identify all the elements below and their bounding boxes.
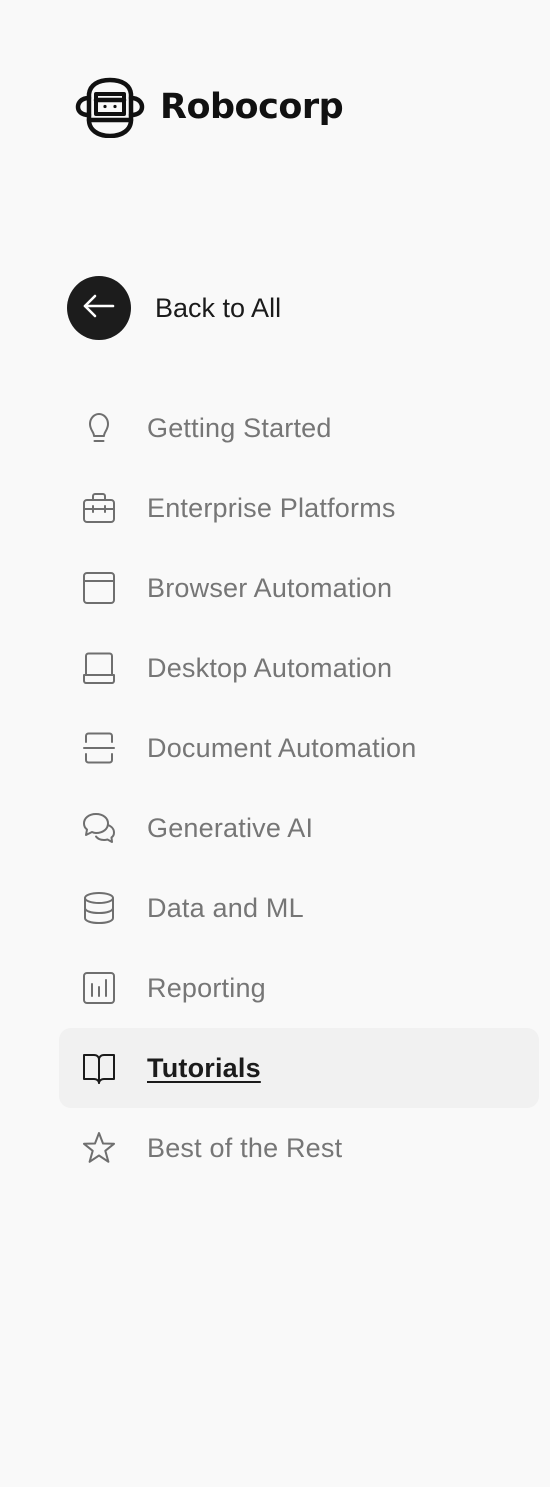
briefcase-icon (81, 490, 117, 526)
brand-logo[interactable]: Robocorp (74, 76, 344, 138)
sidebar-item-getting-started[interactable]: Getting Started (59, 388, 539, 468)
laptop-icon (81, 650, 117, 686)
sidebar-item-label: Best of the Rest (147, 1132, 343, 1163)
sidebar-item-label: Data and ML (147, 892, 304, 923)
sidebar-item-label: Enterprise Platforms (147, 492, 396, 523)
sidebar-item-desktop-automation[interactable]: Desktop Automation (59, 628, 539, 708)
sidebar-item-browser-automation[interactable]: Browser Automation (59, 548, 539, 628)
browser-window-icon (81, 570, 117, 606)
brand-name: Robocorp (160, 87, 344, 127)
sidebar-item-label: Tutorials (147, 1052, 261, 1083)
sidebar-item-generative-ai[interactable]: Generative AI (59, 788, 539, 868)
sidebar-item-label: Browser Automation (147, 572, 393, 603)
open-book-icon (81, 1050, 117, 1086)
bar-chart-icon (81, 970, 117, 1006)
sidebar-item-label: Reporting (147, 972, 266, 1003)
back-to-all-button[interactable]: Back to All (67, 276, 281, 340)
database-icon (81, 890, 117, 926)
document-scan-icon (81, 730, 117, 766)
sidebar-item-tutorials[interactable]: Tutorials (59, 1028, 539, 1108)
sidebar-item-reporting[interactable]: Reporting (59, 948, 539, 1028)
sidebar-item-data-and-ml[interactable]: Data and ML (59, 868, 539, 948)
monkey-face-icon (74, 76, 146, 138)
sidebar-item-label: Generative AI (147, 812, 314, 843)
sidebar-item-document-automation[interactable]: Document Automation (59, 708, 539, 788)
sidebar-item-enterprise-platforms[interactable]: Enterprise Platforms (59, 468, 539, 548)
sidebar-item-label: Desktop Automation (147, 652, 393, 683)
sidebar-item-label: Document Automation (147, 732, 417, 763)
lightbulb-icon (81, 410, 117, 446)
chat-bubbles-icon (81, 810, 117, 846)
star-icon (81, 1130, 117, 1166)
back-to-all-label: Back to All (155, 292, 282, 323)
arrow-left-icon (82, 289, 116, 328)
back-circle[interactable] (67, 276, 131, 340)
sidebar-nav: Getting Started Enterprise Platforms Bro… (59, 388, 539, 1188)
sidebar-item-label: Getting Started (147, 412, 332, 443)
sidebar-item-best-of-the-rest[interactable]: Best of the Rest (59, 1108, 539, 1188)
